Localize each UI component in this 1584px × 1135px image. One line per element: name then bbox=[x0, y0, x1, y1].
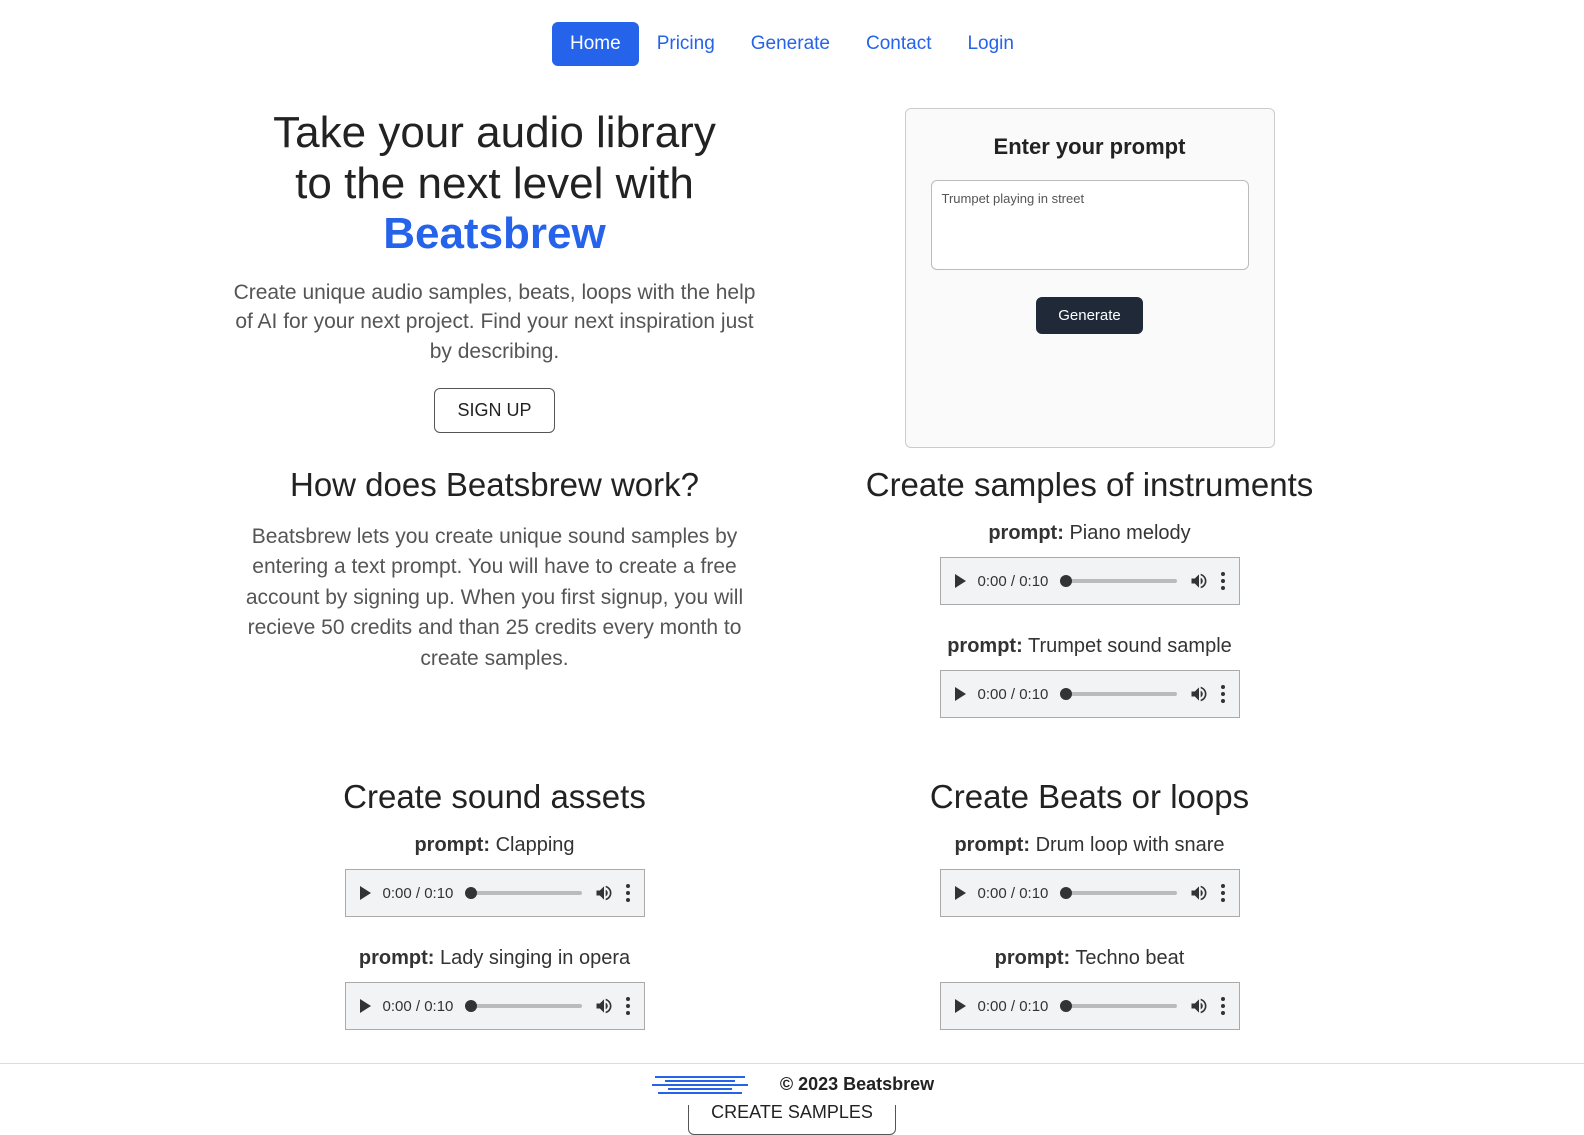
play-icon[interactable] bbox=[360, 886, 371, 900]
signup-button[interactable]: SIGN UP bbox=[434, 388, 554, 433]
sample-prompt-label: prompt: Piano melody bbox=[807, 522, 1372, 545]
audio-progress[interactable] bbox=[465, 891, 581, 895]
audio-player[interactable]: 0:00 / 0:10 bbox=[345, 982, 645, 1030]
top-nav: Home Pricing Generate Contact Login bbox=[0, 0, 1584, 88]
beats-heading: Create Beats or loops bbox=[807, 778, 1372, 816]
audio-player[interactable]: 0:00 / 0:10 bbox=[940, 869, 1240, 917]
audio-time: 0:00 / 0:10 bbox=[978, 686, 1049, 703]
menu-dots-icon[interactable] bbox=[1221, 997, 1225, 1015]
prompt-card-title: Enter your prompt bbox=[931, 134, 1249, 160]
play-icon[interactable] bbox=[955, 999, 966, 1013]
audio-player[interactable]: 0:00 / 0:10 bbox=[940, 982, 1240, 1030]
sample-prompt-label: prompt: Trumpet sound sample bbox=[807, 635, 1372, 658]
how-it-works-text: Beatsbrew lets you create unique sound s… bbox=[212, 522, 777, 674]
brand-name: Beatsbrew bbox=[212, 209, 777, 260]
how-it-works-heading: How does Beatsbrew work? bbox=[212, 466, 777, 504]
volume-icon[interactable] bbox=[1189, 571, 1209, 591]
sample-block: prompt: Drum loop with snare 0:00 / 0:10 bbox=[807, 834, 1372, 917]
audio-player[interactable]: 0:00 / 0:10 bbox=[940, 670, 1240, 718]
menu-dots-icon[interactable] bbox=[626, 884, 630, 902]
volume-icon[interactable] bbox=[1189, 883, 1209, 903]
sample-block: prompt: Clapping 0:00 / 0:10 bbox=[212, 834, 777, 917]
menu-dots-icon[interactable] bbox=[626, 997, 630, 1015]
hero-section: Take your audio library to the next leve… bbox=[212, 108, 777, 448]
audio-time: 0:00 / 0:10 bbox=[383, 998, 454, 1015]
sound-assets-section: Create sound assets prompt: Clapping 0:0… bbox=[212, 778, 777, 1060]
volume-icon[interactable] bbox=[594, 883, 614, 903]
how-it-works-section: How does Beatsbrew work? Beatsbrew lets … bbox=[212, 466, 777, 748]
footer: © 2023 Beatsbrew bbox=[0, 1063, 1584, 1105]
sample-block: prompt: Trumpet sound sample 0:00 / 0:10 bbox=[807, 635, 1372, 718]
menu-dots-icon[interactable] bbox=[1221, 572, 1225, 590]
nav-login[interactable]: Login bbox=[949, 22, 1032, 66]
audio-time: 0:00 / 0:10 bbox=[978, 573, 1049, 590]
prompt-input[interactable] bbox=[931, 180, 1249, 270]
hero-description: Create unique audio samples, beats, loop… bbox=[212, 278, 777, 366]
audio-player[interactable]: 0:00 / 0:10 bbox=[345, 869, 645, 917]
volume-icon[interactable] bbox=[594, 996, 614, 1016]
play-icon[interactable] bbox=[360, 999, 371, 1013]
menu-dots-icon[interactable] bbox=[1221, 884, 1225, 902]
sample-prompt-label: prompt: Lady singing in opera bbox=[212, 947, 777, 970]
nav-home[interactable]: Home bbox=[552, 22, 639, 66]
instruments-heading: Create samples of instruments bbox=[807, 466, 1372, 504]
audio-progress[interactable] bbox=[1060, 692, 1176, 696]
play-icon[interactable] bbox=[955, 886, 966, 900]
nav-contact[interactable]: Contact bbox=[848, 22, 949, 66]
volume-icon[interactable] bbox=[1189, 684, 1209, 704]
instruments-section: Create samples of instruments prompt: Pi… bbox=[807, 466, 1372, 748]
audio-progress[interactable] bbox=[1060, 579, 1176, 583]
play-icon[interactable] bbox=[955, 574, 966, 588]
volume-icon[interactable] bbox=[1189, 996, 1209, 1016]
menu-dots-icon[interactable] bbox=[1221, 685, 1225, 703]
nav-generate[interactable]: Generate bbox=[733, 22, 848, 66]
generate-button[interactable]: Generate bbox=[1036, 297, 1143, 334]
footer-copyright: © 2023 Beatsbrew bbox=[780, 1074, 934, 1095]
sample-block: prompt: Techno beat 0:00 / 0:10 bbox=[807, 947, 1372, 1030]
audio-time: 0:00 / 0:10 bbox=[978, 885, 1049, 902]
audio-player[interactable]: 0:00 / 0:10 bbox=[940, 557, 1240, 605]
audio-progress[interactable] bbox=[465, 1004, 581, 1008]
prompt-card: Enter your prompt Generate bbox=[905, 108, 1275, 448]
sample-prompt-label: prompt: Clapping bbox=[212, 834, 777, 857]
nav-pricing[interactable]: Pricing bbox=[639, 22, 733, 66]
hero-title: Take your audio library to the next leve… bbox=[212, 108, 777, 260]
audio-progress[interactable] bbox=[1060, 891, 1176, 895]
beats-section: Create Beats or loops prompt: Drum loop … bbox=[807, 778, 1372, 1060]
audio-progress[interactable] bbox=[1060, 1004, 1176, 1008]
sample-block: prompt: Lady singing in opera 0:00 / 0:1… bbox=[212, 947, 777, 1030]
sample-block: prompt: Piano melody 0:00 / 0:10 bbox=[807, 522, 1372, 605]
audio-time: 0:00 / 0:10 bbox=[978, 998, 1049, 1015]
play-icon[interactable] bbox=[955, 687, 966, 701]
footer-logo-icon bbox=[650, 1074, 750, 1096]
audio-time: 0:00 / 0:10 bbox=[383, 885, 454, 902]
sound-assets-heading: Create sound assets bbox=[212, 778, 777, 816]
sample-prompt-label: prompt: Drum loop with snare bbox=[807, 834, 1372, 857]
sample-prompt-label: prompt: Techno beat bbox=[807, 947, 1372, 970]
